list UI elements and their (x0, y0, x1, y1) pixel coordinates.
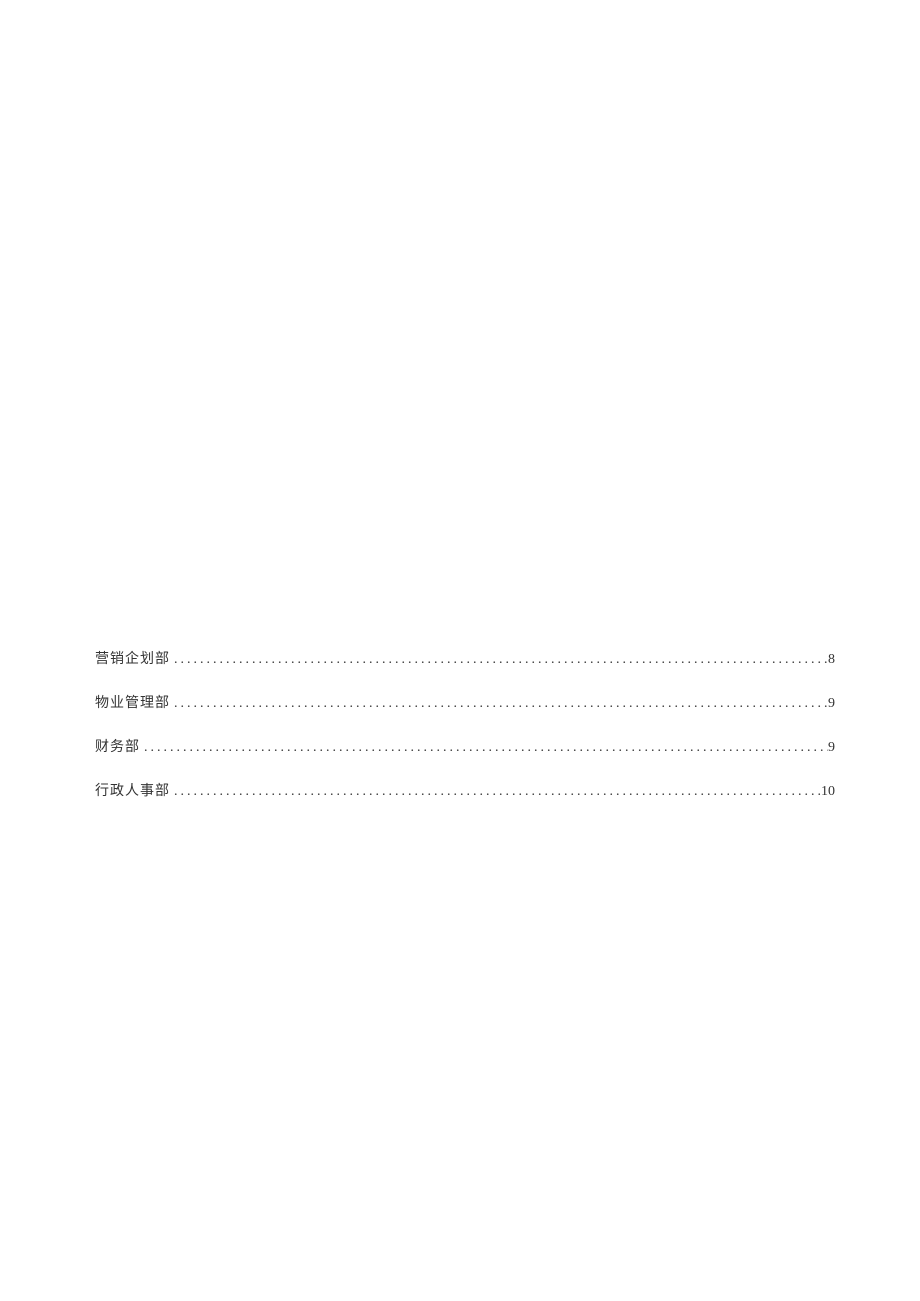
toc-entry-page: 10 (821, 784, 835, 800)
toc-leader-dots: ........................................… (170, 652, 828, 668)
toc-entry-title: 物业管理部 (95, 692, 170, 712)
toc-leader-dots: ........................................… (170, 696, 828, 712)
toc-entry: 营销企划部 ..................................… (95, 648, 835, 668)
toc-leader-dots: ........................................… (140, 740, 828, 756)
toc-entry: 行政人事部 ..................................… (95, 780, 835, 800)
toc-leader-dots: ........................................… (170, 784, 821, 800)
toc-entry-title: 财务部 (95, 736, 140, 756)
table-of-contents: 营销企划部 ..................................… (95, 648, 835, 824)
toc-entry: 物业管理部 ..................................… (95, 692, 835, 712)
toc-entry-title: 行政人事部 (95, 780, 170, 800)
toc-entry-page: 9 (828, 696, 835, 712)
toc-entry-page: 9 (828, 740, 835, 756)
toc-entry: 财务部 ....................................… (95, 736, 835, 756)
toc-entry-page: 8 (828, 652, 835, 668)
toc-entry-title: 营销企划部 (95, 648, 170, 668)
